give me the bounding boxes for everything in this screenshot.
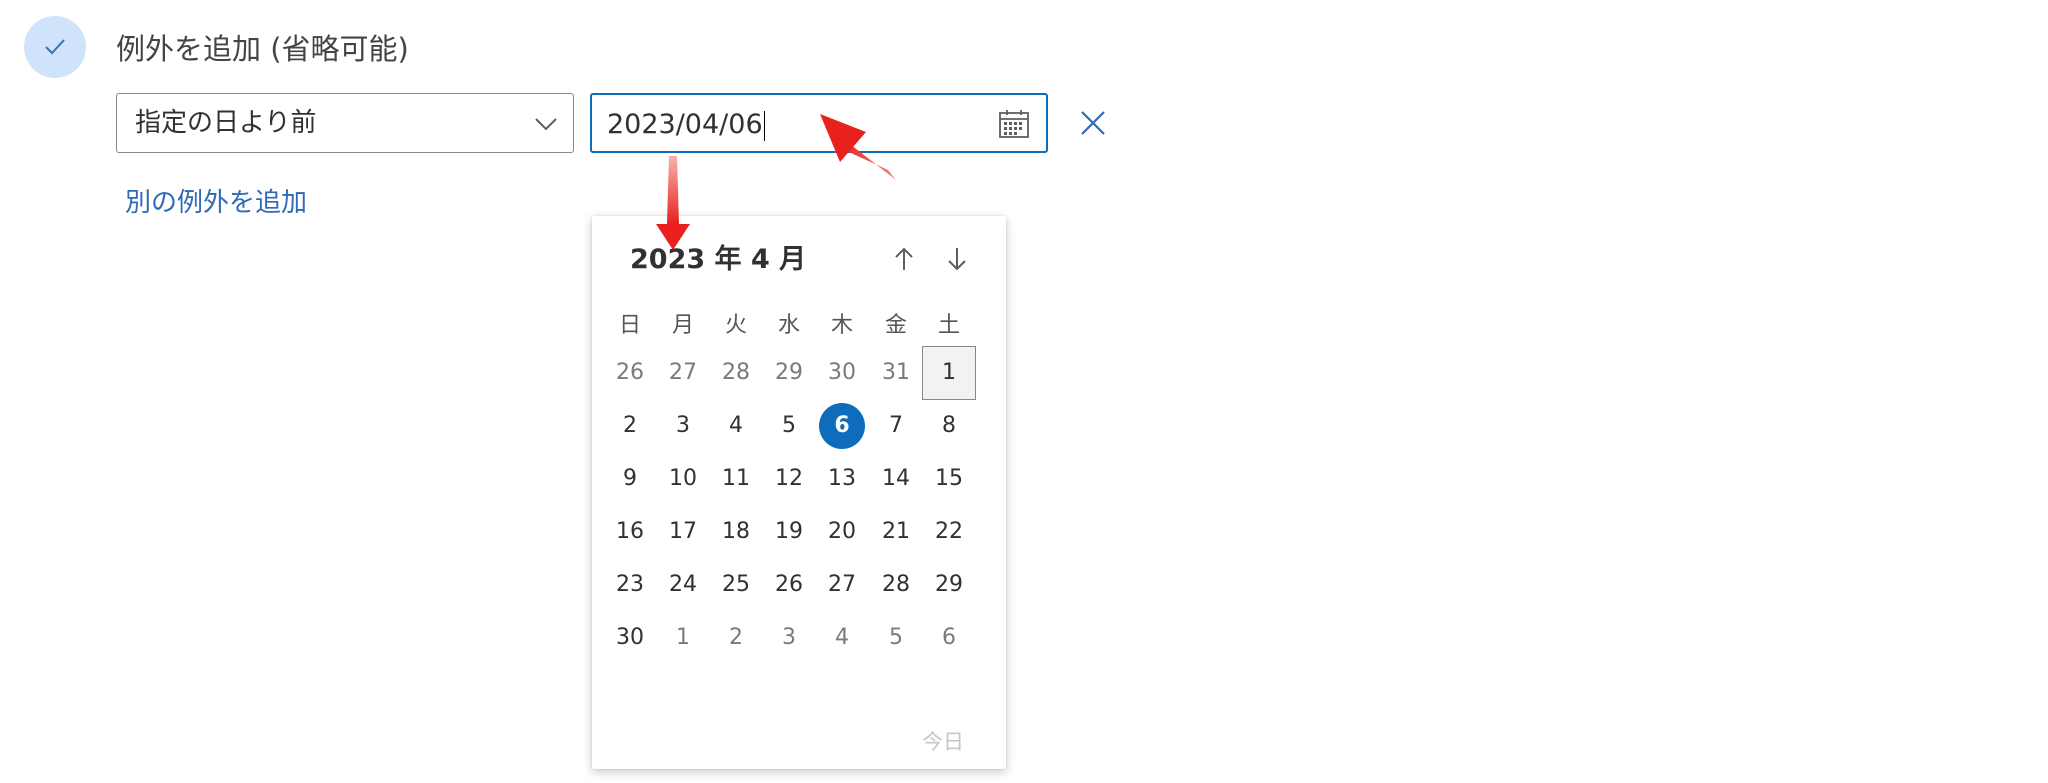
date-input-value: 2023/04/06 (607, 109, 765, 141)
calendar-day[interactable]: 2 (709, 611, 763, 665)
calendar-day[interactable]: 25 (709, 558, 763, 612)
condition-dropdown[interactable]: 指定の日より前 (116, 93, 574, 153)
weekday-label: 土 (937, 313, 960, 338)
arrow-down-icon (948, 248, 966, 271)
text-caret (763, 110, 765, 141)
calendar-day-number: 6 (819, 403, 865, 449)
calendar-day-selected[interactable]: 6 (815, 399, 869, 453)
add-exception-link[interactable]: 別の例外を追加 (125, 186, 307, 220)
section-check-badge (24, 16, 86, 78)
calendar-day[interactable]: 1 (656, 611, 710, 665)
calendar-day[interactable]: 5 (762, 399, 816, 453)
arrow-up-icon (895, 247, 913, 270)
calendar-day[interactable]: 16 (603, 505, 657, 559)
calendar-day[interactable]: 8 (922, 399, 976, 453)
calendar-day[interactable]: 29 (922, 558, 976, 612)
calendar-day[interactable]: 23 (603, 558, 657, 612)
calendar-day[interactable]: 27 (815, 558, 869, 612)
checkmark-icon (45, 39, 65, 55)
calendar-day[interactable]: 26 (762, 558, 816, 612)
calendar-day[interactable]: 4 (815, 611, 869, 665)
calendar-day[interactable]: 6 (922, 611, 976, 665)
calendar-day[interactable]: 3 (762, 611, 816, 665)
condition-dropdown-value: 指定の日より前 (135, 108, 317, 138)
calendar-day[interactable]: 22 (922, 505, 976, 559)
calendar-day[interactable]: 17 (656, 505, 710, 559)
calendar-day[interactable]: 27 (656, 346, 710, 400)
calendar-day[interactable]: 12 (762, 452, 816, 506)
calendar-day-focused[interactable]: 1 (922, 346, 976, 400)
calendar-day[interactable]: 21 (869, 505, 923, 559)
weekday-label: 月 (671, 313, 694, 338)
calendar-day[interactable]: 4 (709, 399, 763, 453)
go-to-today-button[interactable]: 今日 (922, 726, 964, 756)
weekday-label: 金 (884, 313, 907, 338)
calendar-day[interactable]: 13 (815, 452, 869, 506)
calendar-day[interactable]: 31 (869, 346, 923, 400)
calendar-day[interactable]: 28 (869, 558, 923, 612)
calendar-icon[interactable] (998, 109, 1030, 139)
close-icon (1081, 111, 1105, 135)
calendar-day[interactable]: 28 (709, 346, 763, 400)
calendar-day[interactable]: 3 (656, 399, 710, 453)
weekday-label: 木 (830, 313, 853, 338)
weekday-label: 日 (618, 313, 641, 338)
calendar-day[interactable]: 2 (603, 399, 657, 453)
weekday-label: 水 (777, 313, 800, 338)
date-input[interactable]: 2023/04/06 (590, 93, 1048, 153)
section-title: 例外を追加 (省略可能) (116, 32, 409, 66)
calendar-day[interactable]: 7 (869, 399, 923, 453)
calendar-day[interactable]: 19 (762, 505, 816, 559)
calendar-month-label[interactable]: 2023 年 4 月 (630, 242, 806, 278)
exception-panel: 例外を追加 (省略可能) 指定の日より前 2023/04/06 別の例外を追加 (0, 0, 2048, 783)
next-month-button[interactable] (942, 244, 972, 274)
calendar-day[interactable]: 5 (869, 611, 923, 665)
date-picker-popup: 2023 年 4 月 日月火水木金土 26 27 28 29 30 31 1 2 3 4 5 6 7 8 9… (592, 216, 1006, 769)
calendar-day[interactable]: 30 (815, 346, 869, 400)
calendar-day[interactable]: 20 (815, 505, 869, 559)
calendar-day[interactable]: 10 (656, 452, 710, 506)
calendar-day[interactable]: 11 (709, 452, 763, 506)
chevron-down-icon (535, 118, 557, 131)
calendar-day[interactable]: 24 (656, 558, 710, 612)
clear-exception-button[interactable] (1078, 108, 1108, 138)
calendar-day[interactable]: 15 (922, 452, 976, 506)
calendar-day[interactable]: 26 (603, 346, 657, 400)
weekday-label: 火 (724, 313, 747, 338)
calendar-day[interactable]: 29 (762, 346, 816, 400)
calendar-day[interactable]: 30 (603, 611, 657, 665)
calendar-day[interactable]: 14 (869, 452, 923, 506)
calendar-day[interactable]: 9 (603, 452, 657, 506)
calendar-day[interactable]: 18 (709, 505, 763, 559)
previous-month-button[interactable] (889, 244, 919, 274)
